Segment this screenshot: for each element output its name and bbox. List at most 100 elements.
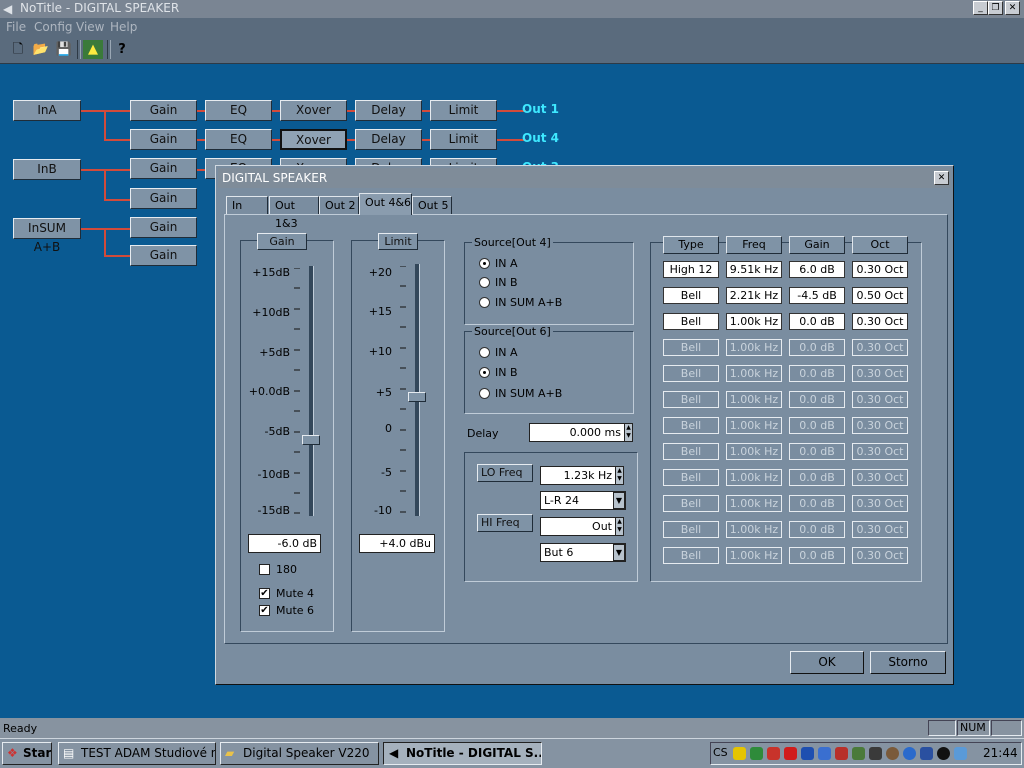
eq-oct-cell[interactable]: 0.50 Oct: [852, 287, 908, 304]
limit-slider-thumb[interactable]: [408, 392, 426, 403]
input-block-ina[interactable]: InA: [13, 100, 81, 121]
phase-180-checkbox[interactable]: [259, 564, 270, 575]
eq-oct-cell[interactable]: 0.30 Oct: [852, 313, 908, 330]
tray-app-icon[interactable]: [750, 747, 763, 760]
eq-oct-cell[interactable]: 0.30 Oct: [852, 261, 908, 278]
tab-out-4-6[interactable]: Out 4&6: [359, 193, 412, 215]
eq-oct-cell[interactable]: 0.30 Oct: [852, 391, 908, 408]
eq-oct-cell[interactable]: 0.30 Oct: [852, 547, 908, 564]
eq-freq-cell[interactable]: 1.00k Hz: [726, 391, 782, 408]
minimize-button[interactable]: _: [973, 1, 988, 15]
eq-gain-cell[interactable]: 0.0 dB: [789, 443, 845, 460]
delay-block[interactable]: Delay: [355, 100, 422, 121]
gain-value-field[interactable]: -6.0 dB: [248, 534, 321, 553]
input-block-insum[interactable]: InSUM A+B: [13, 218, 81, 254]
eq-type-cell[interactable]: Bell: [663, 469, 719, 486]
eq-gain-cell[interactable]: 0.0 dB: [789, 417, 845, 434]
eq-gain-cell[interactable]: 0.0 dB: [789, 495, 845, 512]
tray-app-icon[interactable]: [801, 747, 814, 760]
eq-oct-cell[interactable]: 0.30 Oct: [852, 339, 908, 356]
mute-4-checkbox[interactable]: ✔: [259, 588, 270, 599]
delay-value-field[interactable]: 0.000 ms: [529, 423, 625, 442]
eq-freq-cell[interactable]: 9.51k Hz: [726, 261, 782, 278]
restore-button[interactable]: ❐: [988, 1, 1003, 15]
eq-freq-cell[interactable]: 1.00k Hz: [726, 417, 782, 434]
task-button-test-adam[interactable]: ▤ TEST ADAM Studiové ne...: [58, 742, 216, 765]
xover-block[interactable]: Xover: [280, 100, 347, 121]
eq-type-cell[interactable]: Bell: [663, 391, 719, 408]
tray-app-icon[interactable]: [818, 747, 831, 760]
eq-oct-cell[interactable]: 0.30 Oct: [852, 495, 908, 512]
eq-oct-cell[interactable]: 0.30 Oct: [852, 365, 908, 382]
gain-block[interactable]: Gain: [130, 100, 197, 121]
eq-freq-cell[interactable]: 1.00k Hz: [726, 495, 782, 512]
eq-gain-cell[interactable]: 0.0 dB: [789, 313, 845, 330]
source-out6-in-a-radio[interactable]: [479, 347, 490, 358]
menu-view[interactable]: View: [76, 20, 104, 34]
delay-block[interactable]: Delay: [355, 129, 422, 150]
eq-freq-cell[interactable]: 1.00k Hz: [726, 521, 782, 538]
info-icon[interactable]: [903, 747, 916, 760]
save-icon[interactable]: 💾: [54, 40, 74, 59]
source-out6-in-sum-radio[interactable]: [479, 388, 490, 399]
eq-freq-cell[interactable]: 1.00k Hz: [726, 547, 782, 564]
eq-type-cell[interactable]: Bell: [663, 417, 719, 434]
lo-freq-field[interactable]: 1.23k Hz: [540, 466, 616, 485]
limit-block[interactable]: Limit: [430, 129, 497, 150]
task-button-digital-speaker[interactable]: ▰ Digital Speaker V220: [220, 742, 379, 765]
open-folder-icon[interactable]: 📂: [31, 40, 51, 59]
eq-gain-cell[interactable]: 0.0 dB: [789, 339, 845, 356]
limit-block[interactable]: Limit: [430, 100, 497, 121]
source-out6-in-b-radio[interactable]: [479, 367, 490, 378]
close-button[interactable]: ✕: [1005, 1, 1020, 15]
ok-button[interactable]: OK: [790, 651, 864, 674]
delay-spinner[interactable]: ▲ ▼: [624, 423, 633, 442]
eq-oct-cell[interactable]: 0.30 Oct: [852, 443, 908, 460]
tray-app-icon[interactable]: [886, 747, 899, 760]
gain-block[interactable]: Gain: [130, 158, 197, 179]
menu-help[interactable]: Help: [110, 20, 137, 34]
gain-slider-track[interactable]: [309, 266, 314, 516]
language-indicator[interactable]: CS: [713, 746, 728, 759]
upload-icon[interactable]: ▲: [83, 40, 103, 59]
eq-oct-cell[interactable]: 0.30 Oct: [852, 469, 908, 486]
task-button-notitle[interactable]: ◀ NoTitle - DIGITAL S...: [383, 742, 542, 765]
network-icon[interactable]: [954, 747, 967, 760]
tray-app-icon[interactable]: [835, 747, 848, 760]
source-out4-in-b-radio[interactable]: [479, 277, 490, 288]
eq-type-cell[interactable]: High 12: [663, 261, 719, 278]
eq-gain-cell[interactable]: 6.0 dB: [789, 261, 845, 278]
eq-type-cell[interactable]: Bell: [663, 287, 719, 304]
eq-type-cell[interactable]: Bell: [663, 313, 719, 330]
eq-freq-cell[interactable]: 1.00k Hz: [726, 339, 782, 356]
eq-freq-cell[interactable]: 1.00k Hz: [726, 313, 782, 330]
gain-block[interactable]: Gain: [130, 217, 197, 238]
eq-freq-cell[interactable]: 2.21k Hz: [726, 287, 782, 304]
eq-freq-cell[interactable]: 1.00k Hz: [726, 443, 782, 460]
tray-app-icon[interactable]: [937, 747, 950, 760]
source-out4-in-a-radio[interactable]: [479, 258, 490, 269]
eq-gain-cell[interactable]: 0.0 dB: [789, 521, 845, 538]
eq-gain-cell[interactable]: 0.0 dB: [789, 469, 845, 486]
mute-6-checkbox[interactable]: ✔: [259, 605, 270, 616]
menu-config[interactable]: Config: [34, 20, 73, 34]
xover-block-selected[interactable]: Xover: [280, 129, 347, 150]
eq-block[interactable]: EQ: [205, 100, 272, 121]
input-block-inb[interactable]: InB: [13, 159, 81, 180]
eq-type-cell[interactable]: Bell: [663, 547, 719, 564]
start-button[interactable]: ❖ Start: [2, 742, 52, 765]
eq-type-cell[interactable]: Bell: [663, 443, 719, 460]
chevron-down-icon[interactable]: ▼: [613, 492, 625, 509]
eq-type-cell[interactable]: Bell: [663, 521, 719, 538]
eq-oct-cell[interactable]: 0.30 Oct: [852, 417, 908, 434]
help-icon[interactable]: ?: [112, 40, 132, 59]
eq-freq-cell[interactable]: 1.00k Hz: [726, 365, 782, 382]
source-out4-in-sum-radio[interactable]: [479, 297, 490, 308]
tray-app-icon[interactable]: [869, 747, 882, 760]
hi-freq-spinner[interactable]: ▲ ▼: [615, 517, 624, 536]
eq-gain-cell[interactable]: -4.5 dB: [789, 287, 845, 304]
eq-gain-cell[interactable]: 0.0 dB: [789, 365, 845, 382]
tray-app-icon[interactable]: [852, 747, 865, 760]
tab-in[interactable]: In: [226, 196, 268, 215]
new-file-icon[interactable]: 🗋: [8, 40, 28, 59]
